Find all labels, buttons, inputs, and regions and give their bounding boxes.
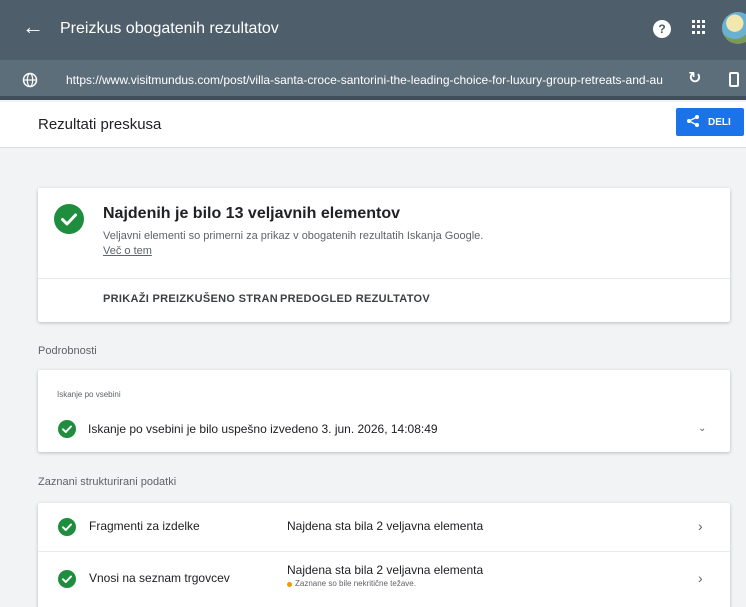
mobile-device-icon[interactable] <box>729 72 739 87</box>
tested-url: https://www.visitmundus.com/post/villa-s… <box>66 73 663 87</box>
details-section-label: Podrobnosti <box>38 345 97 357</box>
crawl-card[interactable]: Iskanje po vsebini Iskanje po vsebini je… <box>38 370 730 452</box>
reload-icon[interactable]: ↻ <box>688 69 701 89</box>
item-result: Najdena sta bila 2 veljavna elementa <box>287 519 484 533</box>
structured-data-card: Fragmenti za izdelke Najdena sta bila 2 … <box>38 503 730 607</box>
page-title: Rezultati preskusa <box>38 116 162 133</box>
globe-icon <box>22 72 38 93</box>
share-icon <box>686 114 700 131</box>
url-bar: https://www.visitmundus.com/post/villa-s… <box>0 60 746 100</box>
warning-note: Zaznane so bile nekritične težave. <box>287 579 416 589</box>
check-circle-icon <box>54 204 84 234</box>
help-icon[interactable]: ? <box>653 20 671 38</box>
item-name: Vnosi na seznam trgovcev <box>89 571 230 585</box>
summary-description: Veljavni elementi so primerni za prikaz … <box>103 230 484 242</box>
warning-dot-icon <box>287 581 292 587</box>
check-circle-icon <box>58 570 76 588</box>
share-button[interactable]: DELI <box>676 108 744 136</box>
item-name: Fragmenti za izdelke <box>89 519 200 533</box>
share-label: DELI <box>708 116 731 128</box>
structured-data-section-label: Zaznani strukturirani podatki <box>38 476 177 488</box>
apps-grid-icon[interactable] <box>692 20 706 34</box>
chevron-right-icon[interactable]: › <box>698 570 703 586</box>
learn-more-link[interactable]: Več o tem <box>103 244 152 258</box>
preview-results-button[interactable]: PREDOGLED REZULTATOV <box>280 292 430 306</box>
summary-heading: Najdenih je bilo 13 veljavnih elementov <box>103 205 400 222</box>
warning-note-text: Zaznane so bile nekritične težave. <box>295 579 416 588</box>
crawl-status: Iskanje po vsebini je bilo uspešno izved… <box>88 422 438 436</box>
list-item[interactable]: Vnosi na seznam trgovcev Najdena sta bil… <box>38 551 730 599</box>
view-tested-page-button[interactable]: PRIKAŽI PREIZKUŠENO STRAN <box>103 292 278 306</box>
check-circle-icon <box>58 518 76 536</box>
summary-card: Najdenih je bilo 13 veljavnih elementov … <box>38 188 730 322</box>
avatar[interactable] <box>722 12 746 44</box>
list-item[interactable]: Fragmenti za izdelke Najdena sta bila 2 … <box>38 503 730 551</box>
chevron-down-icon[interactable]: ⌄ <box>698 422 706 436</box>
divider <box>38 278 730 279</box>
arrow-back-icon[interactable]: ← <box>22 14 44 40</box>
app-title: Preizkus obogatenih rezultatov <box>60 20 279 37</box>
crawl-label: Iskanje po vsebini <box>57 390 121 399</box>
results-header: Rezultati preskusa <box>0 102 746 148</box>
item-result: Najdena sta bila 2 veljavna elementa <box>287 563 484 577</box>
chevron-right-icon[interactable]: › <box>698 518 703 534</box>
app-bar: ← Preizkus obogatenih rezultatov ? <box>0 0 746 60</box>
check-circle-icon <box>58 420 76 438</box>
